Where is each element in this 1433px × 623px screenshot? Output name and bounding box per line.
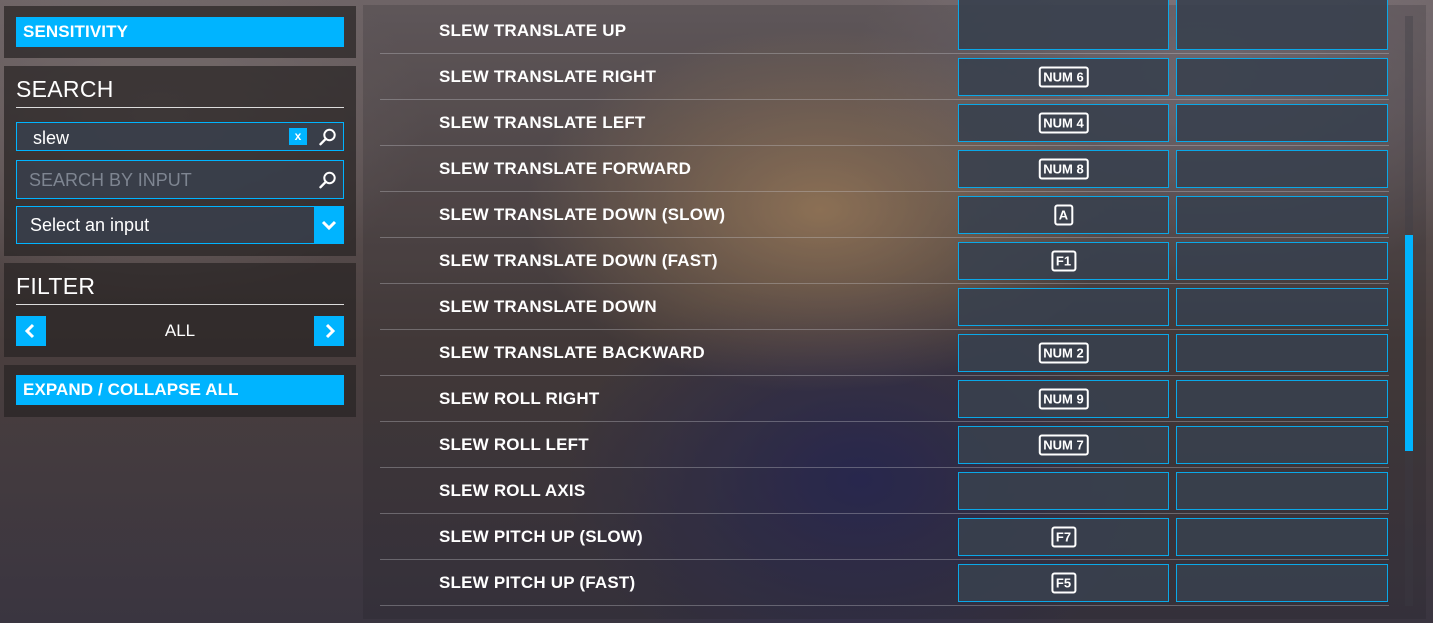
secondary-binding-slot[interactable] xyxy=(1176,104,1388,142)
binding-row[interactable]: SLEW TRANSLATE RIGHT NUM 6 xyxy=(380,54,1389,100)
key-badge: A xyxy=(1053,204,1074,226)
binding-label: SLEW ROLL LEFT xyxy=(439,435,589,454)
primary-binding-slot[interactable]: F1 xyxy=(958,242,1169,280)
filter-selector: ALL xyxy=(16,316,344,346)
chevron-right-icon[interactable] xyxy=(314,316,344,346)
binding-row[interactable]: SLEW TRANSLATE DOWN (FAST) F1 xyxy=(380,238,1389,284)
binding-row[interactable]: SLEW PITCH UP (SLOW) F7 xyxy=(380,514,1389,560)
primary-binding-slot[interactable]: NUM 9 xyxy=(958,380,1169,418)
secondary-binding-slot[interactable] xyxy=(1176,564,1388,602)
sensitivity-panel: SENSITIVITY xyxy=(4,6,356,58)
secondary-binding-slot[interactable] xyxy=(1176,472,1388,510)
search-divider xyxy=(16,107,344,108)
key-badge: NUM 4 xyxy=(1038,112,1089,134)
key-badge: NUM 9 xyxy=(1038,388,1089,410)
bindings-list: SLEW TRANSLATE UP SLEW TRANSLATE RIGHT NUM… xyxy=(380,0,1389,606)
chevron-left-icon[interactable] xyxy=(16,316,46,346)
filter-title: FILTER xyxy=(16,273,96,299)
secondary-binding-slot[interactable] xyxy=(1176,518,1388,556)
key-badge: NUM 8 xyxy=(1038,158,1089,180)
search-by-input-placeholder: SEARCH BY INPUT xyxy=(29,170,192,190)
primary-binding-slot[interactable]: NUM 6 xyxy=(958,58,1169,96)
binding-row[interactable]: SLEW TRANSLATE DOWN (SLOW) A xyxy=(380,192,1389,238)
key-badge: NUM 6 xyxy=(1038,66,1089,88)
primary-binding-slot[interactable]: NUM 2 xyxy=(958,334,1169,372)
scrollbar[interactable] xyxy=(1405,16,1413,606)
expand-panel: EXPAND / COLLAPSE ALL xyxy=(4,365,356,417)
binding-label: SLEW ROLL RIGHT xyxy=(439,389,600,408)
secondary-binding-slot[interactable] xyxy=(1176,380,1388,418)
binding-row[interactable]: SLEW TRANSLATE DOWN xyxy=(380,284,1389,330)
binding-row[interactable]: SLEW TRANSLATE BACKWARD NUM 2 xyxy=(380,330,1389,376)
input-select-value: Select an input xyxy=(30,215,150,235)
binding-label: SLEW TRANSLATE FORWARD xyxy=(439,159,692,178)
binding-row[interactable]: SLEW ROLL AXIS xyxy=(380,468,1389,514)
secondary-binding-slot[interactable] xyxy=(1176,242,1388,280)
secondary-binding-slot[interactable] xyxy=(1176,58,1388,96)
chevron-down-icon[interactable] xyxy=(314,206,344,244)
key-badge: F1 xyxy=(1050,250,1077,272)
primary-binding-slot[interactable]: NUM 7 xyxy=(958,426,1169,464)
search-panel: SEARCH slew x SEARCH BY INPUT Select an … xyxy=(4,66,356,256)
search-input[interactable]: slew x xyxy=(16,122,344,151)
binding-label: SLEW TRANSLATE DOWN (SLOW) xyxy=(439,205,726,224)
binding-label: SLEW TRANSLATE RIGHT xyxy=(439,67,657,86)
binding-row[interactable]: SLEW ROLL LEFT NUM 7 xyxy=(380,422,1389,468)
scrollbar-thumb[interactable] xyxy=(1405,235,1413,451)
secondary-binding-slot[interactable] xyxy=(1176,196,1388,234)
filter-panel: FILTER ALL xyxy=(4,263,356,357)
binding-row[interactable]: SLEW PITCH UP (FAST) F5 xyxy=(380,560,1389,606)
secondary-binding-slot[interactable] xyxy=(1176,150,1388,188)
key-badge: NUM 7 xyxy=(1038,434,1089,456)
primary-binding-slot[interactable]: F5 xyxy=(958,564,1169,602)
primary-binding-slot[interactable] xyxy=(958,472,1169,510)
binding-label: SLEW PITCH UP (FAST) xyxy=(439,573,636,592)
secondary-binding-slot[interactable] xyxy=(1176,288,1388,326)
search-title: SEARCH xyxy=(16,76,114,102)
binding-label: SLEW ROLL AXIS xyxy=(439,481,586,500)
magnifier-icon[interactable] xyxy=(319,128,337,146)
primary-binding-slot[interactable] xyxy=(958,0,1169,50)
binding-label: SLEW TRANSLATE DOWN (FAST) xyxy=(439,251,718,270)
binding-label: SLEW PITCH UP (SLOW) xyxy=(439,527,643,546)
binding-label: SLEW TRANSLATE UP xyxy=(439,21,627,40)
sensitivity-button[interactable]: SENSITIVITY xyxy=(16,17,344,47)
key-badge: NUM 2 xyxy=(1038,342,1089,364)
bindings-panel: SLEW TRANSLATE UP SLEW TRANSLATE RIGHT NUM… xyxy=(363,0,1426,619)
binding-row[interactable]: SLEW TRANSLATE UP xyxy=(380,0,1389,54)
filter-divider xyxy=(16,304,344,305)
key-badge: F7 xyxy=(1050,526,1077,548)
primary-binding-slot[interactable]: NUM 4 xyxy=(958,104,1169,142)
binding-label: SLEW TRANSLATE BACKWARD xyxy=(439,343,705,362)
binding-label: SLEW TRANSLATE DOWN xyxy=(439,297,657,316)
binding-row[interactable]: SLEW ROLL RIGHT NUM 9 xyxy=(380,376,1389,422)
secondary-binding-slot[interactable] xyxy=(1176,0,1388,50)
search-by-input-field[interactable]: SEARCH BY INPUT xyxy=(16,160,344,199)
expand-collapse-all-button[interactable]: EXPAND / COLLAPSE ALL xyxy=(16,375,344,405)
key-badge: F5 xyxy=(1050,572,1077,594)
input-select-dropdown[interactable]: Select an input xyxy=(16,206,344,244)
clear-x-icon[interactable]: x xyxy=(289,128,307,145)
primary-binding-slot[interactable]: NUM 8 xyxy=(958,150,1169,188)
filter-value: ALL xyxy=(164,321,196,340)
binding-row[interactable]: SLEW TRANSLATE FORWARD NUM 8 xyxy=(380,146,1389,192)
secondary-binding-slot[interactable] xyxy=(1176,426,1388,464)
primary-binding-slot[interactable]: A xyxy=(958,196,1169,234)
search-query-text: slew xyxy=(33,128,70,148)
primary-binding-slot[interactable]: F7 xyxy=(958,518,1169,556)
binding-row[interactable]: SLEW TRANSLATE LEFT NUM 4 xyxy=(380,100,1389,146)
magnifier-icon[interactable] xyxy=(319,171,337,189)
secondary-binding-slot[interactable] xyxy=(1176,334,1388,372)
binding-label: SLEW TRANSLATE LEFT xyxy=(439,113,646,132)
primary-binding-slot[interactable] xyxy=(958,288,1169,326)
left-sidebar: SENSITIVITY SEARCH slew x SEARCH BY INPU… xyxy=(0,0,360,623)
